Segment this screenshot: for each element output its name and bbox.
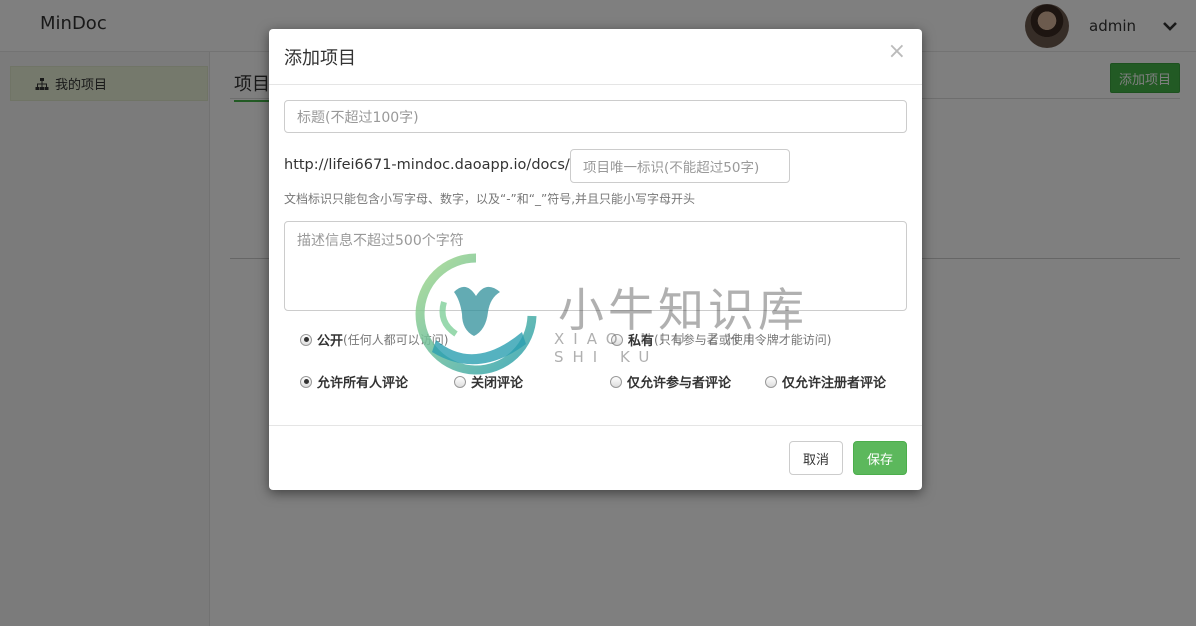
radio-label: 仅允许参与者评论: [627, 376, 732, 391]
radio-button[interactable]: [765, 375, 777, 388]
radio-comment-all[interactable]: 允许所有人评论: [300, 372, 408, 391]
modal-title: 添加项目: [284, 48, 356, 69]
radio-button[interactable]: [300, 375, 312, 388]
radio-label: 公开: [317, 334, 344, 349]
radio-label: 仅允许注册者评论: [782, 376, 887, 391]
radio-label: 允许所有人评论: [317, 376, 409, 391]
identifier-placeholder: 项目唯一标识(不能超过50字): [583, 160, 760, 176]
radio-private[interactable]: 私有 (只有参与者或使用令牌才能访问): [611, 330, 831, 349]
radio-button[interactable]: [610, 375, 622, 388]
radio-hint: (只有参与者或使用令牌才能访问): [654, 333, 832, 347]
radio-hint: (任何人都可以访问): [343, 333, 449, 347]
radio-comment-closed[interactable]: 关闭评论: [454, 372, 523, 391]
identifier-help-text: 文档标识只能包含小写字母、数字，以及“-”和“_”符号,并且只能小写字母开头: [284, 192, 696, 206]
radio-button[interactable]: [611, 333, 623, 346]
save-button[interactable]: 保存: [853, 441, 907, 475]
project-identifier-input[interactable]: 项目唯一标识(不能超过50字): [570, 149, 790, 183]
cancel-button[interactable]: 取消: [789, 441, 843, 475]
project-title-input[interactable]: 标题(不超过100字): [284, 100, 907, 133]
add-project-modal: 添加项目 × 标题(不超过100字) http://lifei6671-mind…: [269, 29, 922, 490]
radio-label: 私有: [628, 334, 655, 349]
radio-comment-registered[interactable]: 仅允许注册者评论: [765, 372, 886, 391]
radio-button[interactable]: [300, 333, 312, 346]
title-placeholder: 标题(不超过100字): [297, 109, 419, 126]
modal-footer: 取消 保存: [269, 425, 922, 490]
description-textarea[interactable]: 描述信息不超过500个字符: [284, 221, 907, 311]
radio-button[interactable]: [454, 375, 466, 388]
url-prefix-label: http://lifei6671-mindoc.daoapp.io/docs/: [284, 157, 570, 173]
radio-public[interactable]: 公开 (任何人都可以访问): [300, 330, 448, 349]
description-placeholder: 描述信息不超过500个字符: [297, 233, 464, 249]
modal-header: 添加项目 ×: [269, 29, 922, 85]
radio-comment-members[interactable]: 仅允许参与者评论: [610, 372, 731, 391]
radio-label: 关闭评论: [471, 376, 524, 391]
close-icon[interactable]: ×: [888, 41, 906, 63]
